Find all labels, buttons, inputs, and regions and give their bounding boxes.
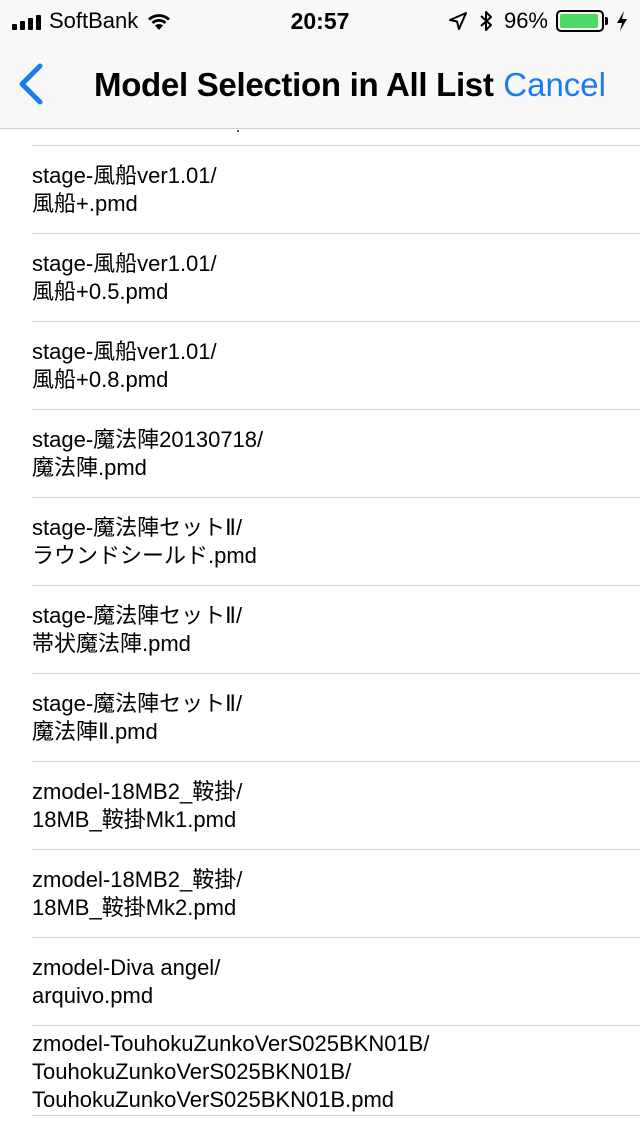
status-bar: SoftBank 20:57 96%: [0, 0, 640, 40]
list-item[interactable]: zmodel-18MB2_鞍掛/18MB_鞍掛Mk1.pmd: [32, 762, 640, 850]
cancel-button[interactable]: Cancel: [503, 66, 606, 104]
model-file-name: 魔法陣Ⅱ.pmd: [32, 719, 158, 744]
model-list[interactable]: stage-風船ver1.01/風船+.pmd stage-風船ver1.01/風…: [0, 130, 640, 1136]
list-item[interactable]: stage-魔法陣セットⅡ/帯状魔法陣.pmd: [32, 586, 640, 674]
location-icon: [448, 12, 467, 30]
model-folder-path: zmodel-Diva angel/: [32, 955, 221, 980]
list-item[interactable]: stage-魔法陣セットⅡ/ラウンドシールド.pmd: [32, 498, 640, 586]
model-folder-path: stage-風船ver1.01/: [32, 339, 217, 364]
model-file-name: 18MB_鞍掛Mk1.pmd: [32, 807, 237, 832]
list-item[interactable]: zmodel-TouhokuZunkoVerS025BKN01B/Touhoku…: [32, 1026, 640, 1116]
model-file-name: arquivo.pmd: [32, 983, 154, 1008]
back-chevron-icon[interactable]: [14, 62, 46, 106]
model-folder-path: stage-魔法陣セットⅡ/: [32, 691, 243, 716]
model-file-name: ラウンドシールド.pmd: [32, 543, 257, 568]
model-file-name: 18MB_鞍掛Mk2.pmd: [32, 895, 237, 920]
list-item[interactable]: stage-風船ver1.01/風船+0.8.pmd: [32, 322, 640, 410]
model-file-name: 風船+.pmd: [32, 191, 138, 216]
list-item[interactable]: stage-魔法陣20130718/魔法陣.pmd: [32, 410, 640, 498]
list-item-partial[interactable]: [32, 1116, 640, 1136]
status-right: 96%: [448, 8, 628, 34]
charging-icon: [617, 11, 627, 31]
model-file-name: 風船+0.8.pmd: [32, 367, 169, 392]
battery-percent: 96%: [503, 8, 548, 33]
list-item[interactable]: stage-風船ver1.01/風船+.pmd: [32, 146, 640, 234]
model-folder-path: zmodel-18MB2_鞍掛/: [32, 867, 243, 892]
list-item[interactable]: stage-風船ver1.01/風船+0.5.pmd: [32, 234, 640, 322]
model-folder-subpath: TouhokuZunkoVerS025BKN01B/: [32, 1059, 352, 1084]
bluetooth-icon: [480, 11, 492, 31]
model-folder-path: zmodel-18MB2_鞍掛/: [32, 779, 243, 804]
model-file-name: 魔法陣.pmd: [32, 455, 147, 480]
list-item[interactable]: zmodel-18MB2_鞍掛/18MB_鞍掛Mk2.pmd: [32, 850, 640, 938]
model-folder-path: stage-風船ver1.01/: [32, 163, 217, 188]
model-file-name: TouhokuZunkoVerS025BKN01B.pmd: [32, 1087, 395, 1112]
navigation-bar: Model Selection in All List Cancel: [0, 40, 640, 129]
page-title: Model Selection in All List: [94, 66, 494, 103]
list-item[interactable]: zmodel-Diva angel/arquivo.pmd: [32, 938, 640, 1026]
list-item[interactable]: stage-魔法陣セットⅡ/魔法陣Ⅱ.pmd: [32, 674, 640, 762]
model-folder-path: stage-魔法陣20130718/: [32, 427, 264, 452]
model-folder-path: zmodel-TouhokuZunkoVerS025BKN01B/: [32, 1031, 430, 1056]
model-folder-path: stage-魔法陣セットⅡ/: [32, 603, 243, 628]
battery-icon: [556, 10, 608, 32]
model-folder-path: stage-風船ver1.01/: [32, 251, 217, 276]
list-item-partial[interactable]: [32, 130, 640, 146]
model-folder-path: stage-魔法陣セットⅡ/: [32, 515, 243, 540]
model-file-name: 風船+0.5.pmd: [32, 279, 169, 304]
battery-fill: [560, 14, 599, 28]
model-file-name: 帯状魔法陣.pmd: [32, 631, 191, 656]
